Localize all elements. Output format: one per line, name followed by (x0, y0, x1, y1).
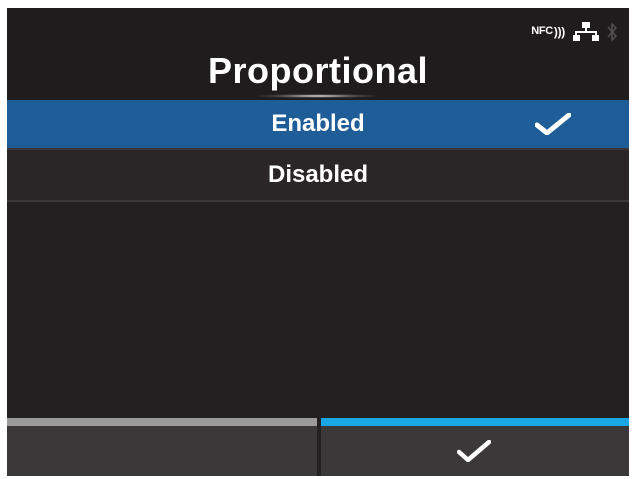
status-icons: NFC))) (531, 22, 617, 42)
bluetooth-icon (607, 22, 617, 42)
option-disabled[interactable]: Disabled (7, 150, 629, 200)
option-label: Enabled (271, 110, 365, 137)
header: NFC))) Proportional (7, 8, 629, 100)
network-icon (573, 22, 599, 41)
page-title: Proportional (208, 50, 428, 91)
softkey-confirm-bar (321, 418, 629, 426)
softkey-left[interactable] (7, 418, 317, 476)
confirm-check-icon (457, 440, 491, 462)
option-label: Disabled (267, 161, 369, 188)
option-enabled[interactable]: Enabled (7, 100, 629, 148)
printer-display: NFC))) Proportional Enabled Disabled (7, 8, 629, 476)
softkey-confirm-button[interactable] (321, 418, 629, 476)
check-icon (535, 113, 571, 135)
title-underline-glow (257, 94, 379, 98)
nfc-icon: NFC))) (531, 25, 565, 39)
softkey-left-bar (7, 418, 317, 426)
divider (7, 200, 629, 202)
